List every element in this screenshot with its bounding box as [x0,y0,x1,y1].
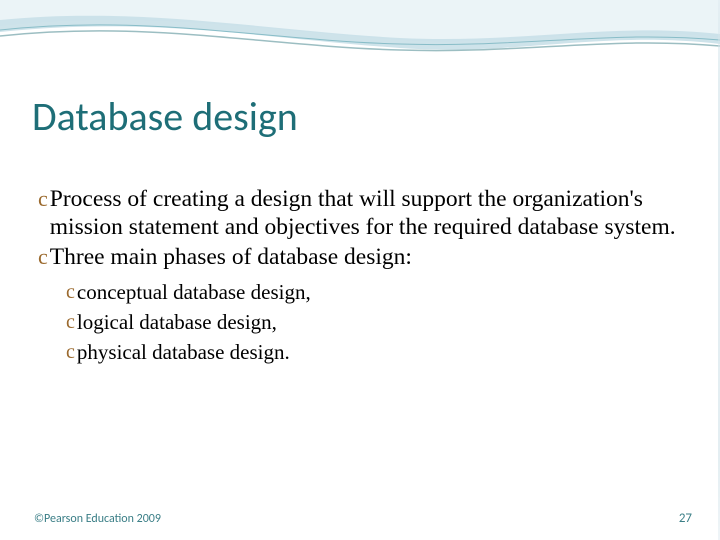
bullet-level2: c physical database design. [66,339,680,365]
bullet-level2: c conceptual database design, [66,279,680,305]
bullet-text: logical database design, [77,309,277,335]
slide: Database design c Process of creating a … [0,0,720,540]
bullet-level1: c Process of creating a design that will… [38,185,680,241]
decorative-top-band [0,0,720,75]
sub-bullet-group: c conceptual database design, c logical … [66,279,680,365]
bullet-text: physical database design. [77,339,290,365]
footer-copyright: ©Pearson Education 2009 [34,512,161,526]
bullet-text: Process of creating a design that will s… [50,185,680,241]
bullet-icon: c [38,185,48,213]
bullet-level2: c logical database design, [66,309,680,335]
slide-body: c Process of creating a design that will… [38,185,680,369]
bullet-icon: c [38,243,48,271]
bullet-icon: c [66,339,75,365]
wave-decoration [0,0,720,75]
bullet-icon: c [66,309,75,335]
bullet-text: conceptual database design, [77,279,311,305]
bullet-text: Three main phases of database design: [50,243,412,271]
page-number: 27 [679,511,692,526]
slide-title: Database design [32,92,298,141]
bullet-level1: c Three main phases of database design: [38,243,680,271]
bullet-icon: c [66,279,75,305]
